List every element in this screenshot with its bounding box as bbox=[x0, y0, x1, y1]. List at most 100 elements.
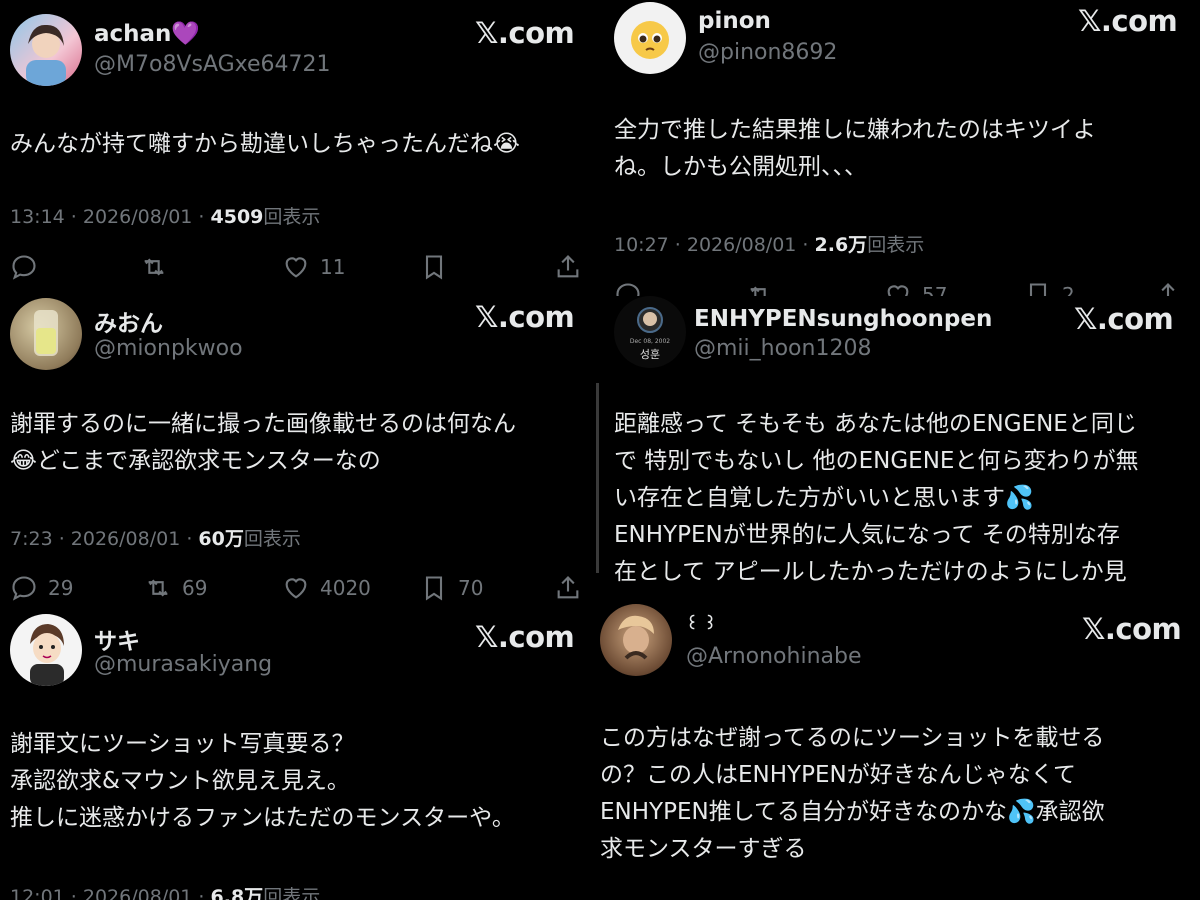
post-meta: 13:14 · 2026/08/01 · 4509回表示 bbox=[10, 202, 320, 229]
x-brand-label: 𝕏.com bbox=[1074, 302, 1174, 336]
view-count: 6.8万 bbox=[210, 886, 264, 900]
post-text-line: で 特別でもないし 他のENGENEと何ら変わりが無 bbox=[614, 448, 1139, 474]
view-count: 4509 bbox=[210, 206, 264, 228]
heart-icon bbox=[887, 285, 909, 296]
avatar-date: Dec 08, 2002 bbox=[629, 338, 671, 345]
like-count: 4020 bbox=[320, 576, 371, 600]
post-text-line: 求モンスターすぎる bbox=[600, 836, 807, 862]
like-count: 11 bbox=[320, 255, 346, 279]
user-handle[interactable]: @mionpkwoo bbox=[94, 336, 243, 361]
display-name[interactable]: サキ bbox=[94, 622, 140, 656]
post-text-line: ね。しかも公開処刑、、、 bbox=[614, 154, 867, 180]
avatar[interactable] bbox=[10, 298, 82, 370]
post-text-line: この方はなぜ謝ってるのにツーショットを載せる bbox=[600, 725, 1105, 751]
display-name[interactable]: achan💜 bbox=[94, 20, 200, 47]
avatar[interactable] bbox=[614, 2, 686, 74]
timestamp[interactable]: 12:01 · 2026/08/01 · bbox=[10, 886, 211, 900]
share-icon bbox=[1161, 283, 1175, 296]
post-achan: achan💜 @M7o8VsAGxe64721 𝕏.com みんなが持て囃すから… bbox=[0, 0, 596, 298]
view-count: 60万 bbox=[198, 528, 244, 550]
bookmark-button[interactable] bbox=[420, 250, 448, 284]
share-icon bbox=[557, 576, 579, 599]
avatar[interactable] bbox=[600, 604, 672, 676]
post-meta: 7:23 · 2026/08/01 · 60万回表示 bbox=[10, 524, 301, 551]
post-text: この方はなぜ謝ってるのにツーショットを載せる の？この人はENHYPENが好きな… bbox=[600, 720, 1188, 868]
views-label: 回表示 bbox=[263, 886, 321, 900]
timestamp[interactable]: 7:23 · 2026/08/01 · bbox=[10, 528, 198, 550]
user-handle[interactable]: @murasakiyang bbox=[94, 652, 272, 677]
user-handle[interactable]: @M7o8VsAGxe64721 bbox=[94, 52, 331, 77]
reply-button[interactable] bbox=[614, 278, 642, 296]
share-button[interactable] bbox=[554, 250, 582, 284]
user-handle[interactable]: @pinon8692 bbox=[698, 40, 837, 65]
post-pinon: pinon @pinon8692 𝕏.com 全力で推した結果推しに嫌われたのは… bbox=[600, 0, 1200, 296]
avatar[interactable]: Dec 08, 2002 성훈 bbox=[614, 296, 686, 368]
like-button[interactable]: 11 bbox=[282, 250, 345, 284]
bookmark-icon bbox=[425, 255, 443, 280]
user-handle[interactable]: @mii_hoon1208 bbox=[694, 336, 871, 361]
avatar-caption: 성훈 bbox=[639, 348, 661, 361]
bookmark-button[interactable]: 2 bbox=[1024, 278, 1075, 296]
post-text-line: 在として アピールしたかっただけのようにしか見 bbox=[614, 559, 1127, 585]
avatar[interactable] bbox=[10, 614, 82, 686]
bookmark-button[interactable]: 70 bbox=[420, 571, 483, 605]
display-name[interactable]: ꒰ ꒱ bbox=[686, 612, 717, 633]
x-brand-label: 𝕏.com bbox=[475, 620, 575, 654]
views-label: 回表示 bbox=[263, 206, 321, 228]
reply-button[interactable]: 29 bbox=[10, 571, 73, 605]
x-brand-label: 𝕏.com bbox=[1078, 4, 1178, 38]
post-text-line: 距離感って そもそも あなたは他のENGENEと同じ bbox=[614, 411, 1137, 437]
share-button[interactable] bbox=[554, 571, 582, 605]
post-enhypensunghoonpen: Dec 08, 2002 성훈 ENHYPENsunghoonpen @mii_… bbox=[600, 296, 1200, 600]
post-text-line: 承認欲求&マウント欲見え見え。 bbox=[10, 768, 350, 794]
heart-icon bbox=[285, 257, 307, 278]
post-text-line: 😂どこまで承認欲求モンスターなの bbox=[10, 448, 381, 474]
view-count: 2.6万 bbox=[814, 234, 868, 256]
post-text: 全力で推した結果推しに嫌われたのはキツイよ ね。しかも公開処刑、、、 bbox=[614, 112, 1188, 186]
post-arnonohinabe: ꒰ ꒱ @Arnonohinabe 𝕏.com この方はなぜ謝ってるのにツーショ… bbox=[600, 600, 1200, 900]
repost-button[interactable] bbox=[746, 278, 774, 296]
divider bbox=[596, 383, 599, 573]
post-meta: 10:27 · 2026/08/01 · 2.6万回表示 bbox=[614, 230, 924, 257]
action-bar: 11 bbox=[10, 250, 580, 284]
views-label: 回表示 bbox=[243, 528, 301, 550]
post-text-line: みんなが持て囃すから勘違いしちゃったんだね😭 bbox=[10, 131, 520, 157]
repost-icon bbox=[144, 258, 164, 276]
display-name[interactable]: pinon bbox=[698, 8, 771, 34]
repost-count: 69 bbox=[182, 576, 208, 600]
like-count: 57 bbox=[922, 283, 948, 296]
post-mion: みおん @mionpkwoo 𝕏.com 謝罪するのに一緒に撮った画像載せるのは… bbox=[0, 298, 596, 610]
bookmark-count: 2 bbox=[1062, 283, 1075, 296]
reply-icon bbox=[12, 576, 36, 601]
action-bar: 57 2 bbox=[614, 278, 1184, 296]
post-text-line: ENHYPEN推してる自分が好きなのかな💦承認欲 bbox=[600, 799, 1105, 825]
repost-button[interactable]: 69 bbox=[144, 571, 207, 605]
timestamp[interactable]: 10:27 · 2026/08/01 · bbox=[614, 234, 815, 256]
bookmark-icon bbox=[425, 576, 443, 601]
x-brand-label: 𝕏.com bbox=[1082, 612, 1182, 646]
display-name[interactable]: みおん bbox=[94, 304, 163, 338]
repost-button[interactable] bbox=[140, 250, 168, 284]
post-saki: サキ @murasakiyang 𝕏.com 謝罪文にツーショット写真要る？ 承… bbox=[0, 610, 596, 900]
post-text-line: ENHYPENが世界的に人気になって その特別な存 bbox=[614, 522, 1120, 548]
bookmark-count: 70 bbox=[458, 576, 484, 600]
post-text-line: 全力で推した結果推しに嫌われたのはキツイよ bbox=[614, 117, 1096, 143]
like-button[interactable]: 57 bbox=[884, 278, 947, 296]
post-text: みんなが持て囃すから勘違いしちゃったんだね😭 bbox=[10, 126, 584, 163]
user-handle[interactable]: @Arnonohinabe bbox=[686, 644, 862, 669]
share-icon bbox=[557, 255, 579, 278]
timestamp[interactable]: 13:14 · 2026/08/01 · bbox=[10, 206, 211, 228]
post-text-line: い存在と自覚した方がいいと思います💦 bbox=[614, 485, 1034, 511]
like-button[interactable]: 4020 bbox=[282, 571, 371, 605]
post-text-line: の？この人はENHYPENが好きなんじゃなくて bbox=[600, 762, 1076, 788]
post-text-line: 推しに迷惑かけるファンはただのモンスターや。 bbox=[10, 805, 515, 831]
display-name[interactable]: ENHYPENsunghoonpen bbox=[694, 306, 992, 332]
avatar[interactable] bbox=[10, 14, 82, 86]
post-text: 距離感って そもそも あなたは他のENGENEと同じ で 特別でもないし 他のE… bbox=[614, 406, 1188, 591]
views-label: 回表示 bbox=[867, 234, 925, 256]
x-brand-label: 𝕏.com bbox=[475, 16, 575, 50]
repost-icon bbox=[750, 286, 766, 296]
share-button[interactable] bbox=[1154, 278, 1182, 296]
post-text-line: 謝罪文にツーショット写真要る？ bbox=[10, 731, 355, 757]
reply-button[interactable] bbox=[10, 250, 38, 284]
